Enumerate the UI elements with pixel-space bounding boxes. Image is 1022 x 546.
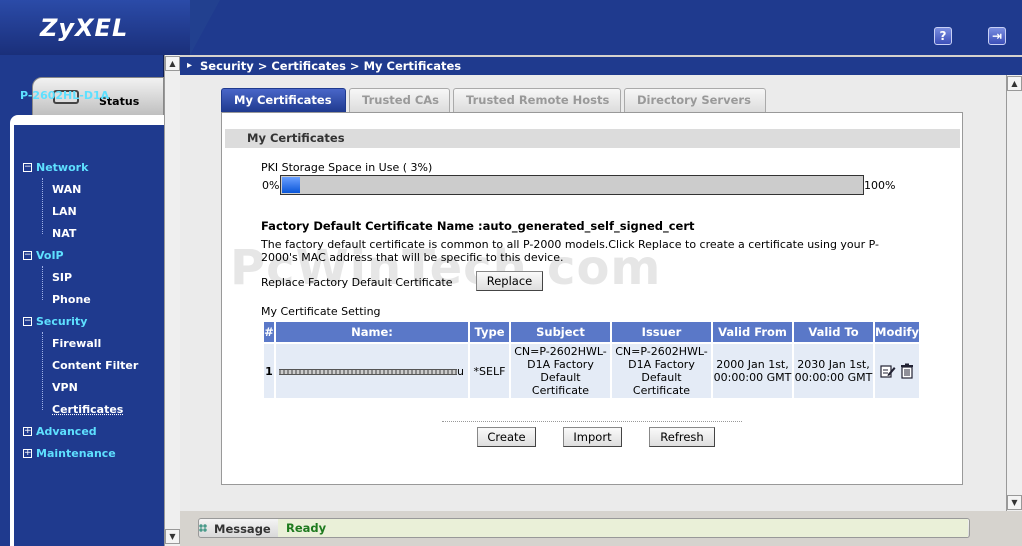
scroll-down-icon[interactable]: ▼ [165, 529, 180, 544]
collapse-icon[interactable]: − [23, 163, 32, 172]
tab-directory-servers[interactable]: Directory Servers [624, 88, 766, 112]
pki-progress-fill [282, 177, 300, 193]
cert-setting-title: My Certificate Setting [261, 305, 381, 318]
tree-line [42, 266, 43, 300]
col-valid-from: Valid From [713, 322, 792, 342]
nav-item-security[interactable]: Security [36, 315, 87, 328]
breadcrumb: ▸ Security > Certificates > My Certifica… [180, 57, 1022, 75]
question-mark-icon[interactable]: ? [934, 27, 952, 45]
table-row: 1 u *SELF CN=P-2602HWL-D1A Factory Defau… [264, 344, 920, 398]
breadcrumb-arrow-icon: ▸ [187, 60, 193, 71]
tree-line [42, 332, 43, 410]
tab-trusted-remote-hosts[interactable]: Trusted Remote Hosts [453, 88, 621, 112]
certificate-table: # Name: Type Subject Issuer Valid From V… [262, 320, 921, 400]
nav-item-content-filter[interactable]: Content Filter [52, 359, 138, 372]
nav-item-nat[interactable]: NAT [52, 227, 76, 240]
replace-label: Replace Factory Default Certificate [261, 276, 453, 289]
nav-item-voip[interactable]: VoIP [36, 249, 64, 262]
expand-icon[interactable]: + [23, 427, 32, 436]
col-modify: Modify [875, 322, 920, 342]
divider [442, 421, 742, 422]
scroll-up-icon[interactable]: ▲ [165, 56, 180, 71]
nav-scrollbar[interactable]: ▲ ▼ [164, 55, 180, 546]
row-modify [875, 344, 920, 398]
row-valid-from: 2000 Jan 1st, 00:00:00 GMT [713, 344, 792, 398]
scroll-down-icon[interactable]: ▼ [1007, 495, 1022, 510]
message-value: Ready [278, 519, 968, 537]
nav-item-sip[interactable]: SIP [52, 271, 72, 284]
factory-cert-title: Factory Default Certificate Name :auto_g… [261, 219, 695, 233]
nav-item-maintenance[interactable]: Maintenance [36, 447, 116, 460]
tree-line [42, 178, 43, 234]
collapse-icon[interactable]: − [23, 317, 32, 326]
tab-my-certificates[interactable]: My Certificates [221, 88, 346, 112]
col-type: Type [470, 322, 509, 342]
section-title: My Certificates [225, 129, 960, 148]
breadcrumb-text: Security > Certificates > My Certificate… [200, 59, 462, 73]
brand-logo: ZyXEL [40, 14, 129, 42]
device-name: P-2602HL-D1A [20, 89, 110, 102]
row-issuer: CN=P-2602HWL-D1A Factory Default Certifi… [612, 344, 711, 398]
main-scrollbar[interactable]: ▲ ▼ [1006, 75, 1022, 511]
collapse-icon[interactable]: − [23, 251, 32, 260]
redacted-name [279, 368, 457, 375]
import-button[interactable]: Import [563, 427, 622, 447]
nav-item-advanced[interactable]: Advanced [36, 425, 97, 438]
refresh-button[interactable]: Refresh [649, 427, 715, 447]
table-header-row: # Name: Type Subject Issuer Valid From V… [264, 322, 920, 342]
app-header: ZyXEL ? ⇥ [0, 0, 1022, 55]
row-subject: CN=P-2602HWL-D1A Factory Default Certifi… [511, 344, 610, 398]
pki-usage-label: PKI Storage Space in Use ( 3%) [261, 161, 433, 174]
row-type: *SELF [470, 344, 509, 398]
pki-progress-bar [280, 175, 864, 195]
edit-icon[interactable] [880, 363, 896, 379]
col-subject: Subject [511, 322, 610, 342]
replace-button[interactable]: Replace [476, 271, 543, 291]
row-valid-to: 2030 Jan 1st, 00:00:00 GMT [794, 344, 873, 398]
nav-item-firewall[interactable]: Firewall [52, 337, 101, 350]
pki-min-label: 0% [262, 179, 280, 192]
row-name-suffix: u [457, 364, 464, 378]
trash-icon[interactable] [900, 363, 914, 379]
row-index: 1 [264, 344, 274, 398]
nav-panel [14, 125, 164, 546]
nav-item-certificates[interactable]: Certificates [52, 403, 123, 416]
row-name[interactable]: u [276, 344, 468, 398]
grip-icon [199, 524, 207, 532]
nav-item-vpn[interactable]: VPN [52, 381, 78, 394]
message-label: Message [214, 522, 271, 536]
col-valid-to: Valid To [794, 322, 873, 342]
expand-icon[interactable]: + [23, 449, 32, 458]
tab-trusted-cas[interactable]: Trusted CAs [349, 88, 450, 112]
exit-icon[interactable]: ⇥ [988, 27, 1006, 45]
col-index: # [264, 322, 274, 342]
pki-max-label: 100% [864, 179, 896, 192]
nav-item-network[interactable]: Network [36, 161, 88, 174]
col-issuer: Issuer [612, 322, 711, 342]
nav-item-phone[interactable]: Phone [52, 293, 91, 306]
scroll-up-icon[interactable]: ▲ [1007, 76, 1022, 91]
create-button[interactable]: Create [477, 427, 536, 447]
col-name: Name: [276, 322, 468, 342]
nav-item-wan[interactable]: WAN [52, 183, 81, 196]
nav-item-lan[interactable]: LAN [52, 205, 77, 218]
factory-cert-description: The factory default certificate is commo… [261, 238, 880, 264]
